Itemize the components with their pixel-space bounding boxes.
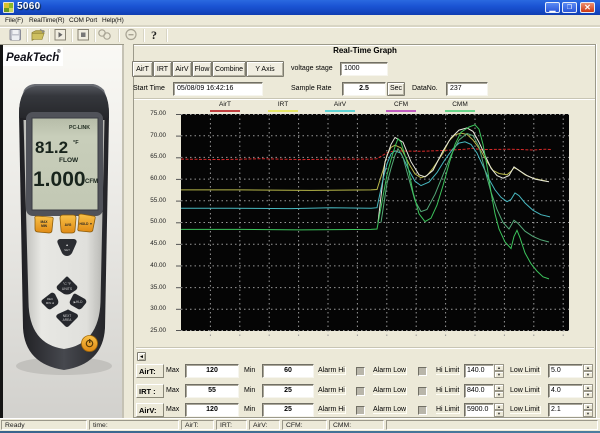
svg-text:▶HLD: ▶HLD [74,300,84,304]
svg-text:AREA: AREA [63,318,73,322]
svg-text:MIN: MIN [41,224,48,228]
svg-text:®: ® [57,48,61,55]
svg-text:°F: °F [73,140,79,146]
svg-text:?: ? [151,28,157,42]
svg-text:▲: ▲ [65,243,68,247]
svg-text:MIN◄: MIN◄ [46,301,54,305]
svg-text:1.000: 1.000 [33,168,86,191]
svg-text:81.2: 81.2 [35,138,68,157]
svg-text:HOLD ▼: HOLD ▼ [79,222,92,226]
svg-text:UNITS: UNITS [62,287,73,291]
svg-text:FLOW: FLOW [59,157,79,164]
svg-text:PeakTech: PeakTech [6,52,59,64]
svg-text:CFM: CFM [85,179,98,185]
svg-text:PC-LINK: PC-LINK [69,125,90,131]
svg-text:SET: SET [64,248,70,252]
svg-text:°C °F: °C °F [63,282,71,286]
svg-text:AVG: AVG [65,223,72,227]
